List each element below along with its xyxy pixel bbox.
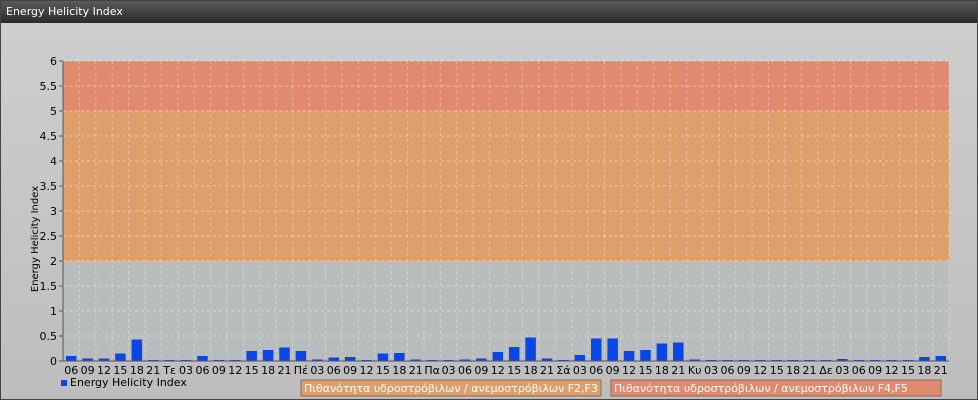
legend-band-label: Πιθανότητα υδροστρόβιλων / ανεμοστρόβιλω… bbox=[614, 382, 908, 395]
x-tick-label: Κυ bbox=[688, 364, 702, 377]
x-tick-label: 15 bbox=[901, 364, 915, 377]
bar bbox=[574, 355, 586, 361]
legend-series-label: Energy Helicity Index bbox=[70, 376, 187, 389]
x-tick-label: 18 bbox=[392, 364, 406, 377]
window-titlebar: Energy Helicity Index bbox=[1, 1, 977, 23]
x-tick-label: 12 bbox=[622, 364, 636, 377]
x-tick-label: 21 bbox=[671, 364, 685, 377]
y-tick-label: 3.5 bbox=[40, 180, 58, 193]
bar bbox=[935, 356, 947, 361]
x-tick-label: 09 bbox=[737, 364, 751, 377]
y-tick-label: 2 bbox=[50, 255, 57, 268]
x-tick-label: 12 bbox=[753, 364, 767, 377]
y-tick-label: 1.5 bbox=[40, 280, 58, 293]
bar bbox=[525, 337, 536, 361]
y-tick-label: 4.5 bbox=[40, 130, 58, 143]
x-tick-label: 06 bbox=[327, 364, 341, 377]
y-tick-label: 5.5 bbox=[40, 80, 58, 93]
y-tick-label: 3 bbox=[50, 205, 57, 218]
y-tick-label: 4 bbox=[50, 155, 57, 168]
y-tick-label: 0 bbox=[50, 355, 57, 368]
bar bbox=[508, 347, 520, 361]
x-tick-label: 03 bbox=[573, 364, 587, 377]
y-tick-label: 6 bbox=[50, 55, 57, 68]
bar bbox=[656, 343, 668, 361]
bar bbox=[377, 353, 389, 361]
y-tick-label: 5 bbox=[50, 105, 57, 118]
legend-series-marker bbox=[61, 380, 67, 386]
x-axis: 06 09 12 15 18 21 Τε 03 06 09 12 15 18 21 Πέ 03 06 09 12 15… bbox=[63, 360, 949, 377]
x-tick-label: 06 bbox=[721, 364, 735, 377]
x-tick-label: 03 bbox=[310, 364, 324, 377]
bar bbox=[279, 347, 290, 361]
chart-window: Energy Helicity Index 0 0.5 1 1.5 2 2.5 3 3.5 4 4… bbox=[0, 0, 978, 400]
x-tick-label: 09 bbox=[343, 364, 357, 377]
x-tick-label: 15 bbox=[507, 364, 521, 377]
x-tick-label: 06 bbox=[852, 364, 866, 377]
bar bbox=[919, 357, 930, 361]
energy-helicity-chart: 0 0.5 1 1.5 2 2.5 3 3.5 4 4.5 5 5.5 6 06 09 12 15 18 21 Τε… bbox=[30, 55, 950, 397]
x-tick-label: 12 bbox=[228, 364, 242, 377]
bar bbox=[607, 338, 618, 361]
bar bbox=[673, 342, 684, 361]
window-title: Energy Helicity Index bbox=[6, 5, 123, 18]
x-tick-label: 21 bbox=[934, 364, 948, 377]
x-tick-label: 06 bbox=[195, 364, 209, 377]
x-tick-label: 06 bbox=[458, 364, 472, 377]
x-tick-label: 03 bbox=[835, 364, 849, 377]
x-tick-label: 18 bbox=[524, 364, 538, 377]
x-tick-label: 12 bbox=[885, 364, 899, 377]
y-axis: 0 0.5 1 1.5 2 2.5 3 3.5 4 4.5 5 5.5 6 bbox=[40, 55, 64, 368]
x-tick-label: 09 bbox=[212, 364, 226, 377]
bar bbox=[115, 353, 126, 361]
x-tick-label: 21 bbox=[540, 364, 554, 377]
x-tick-label: 18 bbox=[261, 364, 275, 377]
y-axis-label: Energy Helicity Index bbox=[30, 186, 41, 292]
x-tick-label: 03 bbox=[442, 364, 456, 377]
bar bbox=[197, 356, 208, 361]
x-tick-label: Πέ bbox=[294, 364, 308, 377]
x-tick-label: 09 bbox=[606, 364, 620, 377]
legend: Energy Helicity Index Πιθανότητα υδροστρό… bbox=[61, 376, 942, 397]
x-tick-label: 15 bbox=[638, 364, 652, 377]
x-tick-label: 15 bbox=[245, 364, 259, 377]
x-tick-label: 12 bbox=[491, 364, 505, 377]
x-tick-label: Πα bbox=[424, 364, 440, 377]
bar bbox=[623, 351, 635, 361]
bar bbox=[640, 350, 651, 361]
bar bbox=[394, 353, 405, 361]
x-tick-label: Σά bbox=[556, 364, 570, 377]
x-tick-label: 18 bbox=[655, 364, 669, 377]
x-tick-label: 18 bbox=[917, 364, 931, 377]
x-tick-label: 15 bbox=[376, 364, 390, 377]
x-tick-label: 21 bbox=[409, 364, 423, 377]
bar bbox=[492, 352, 504, 361]
x-tick-label: 12 bbox=[360, 364, 374, 377]
bar bbox=[65, 356, 77, 361]
bar bbox=[262, 350, 274, 361]
x-tick-label: 09 bbox=[868, 364, 882, 377]
y-tick-label: 0.5 bbox=[40, 330, 58, 343]
x-tick-label: 06 bbox=[589, 364, 603, 377]
bar bbox=[246, 351, 257, 361]
x-tick-label: 09 bbox=[474, 364, 488, 377]
x-tick-label: 03 bbox=[704, 364, 718, 377]
x-tick-label: 21 bbox=[278, 364, 292, 377]
bar bbox=[590, 338, 602, 361]
x-tick-label: 21 bbox=[803, 364, 817, 377]
x-tick-label: Δε bbox=[819, 364, 833, 377]
bar bbox=[295, 351, 307, 361]
y-tick-label: 2.5 bbox=[40, 230, 58, 243]
x-tick-label: 18 bbox=[786, 364, 800, 377]
bar bbox=[328, 357, 339, 361]
y-tick-label: 1 bbox=[50, 305, 57, 318]
bar bbox=[131, 339, 143, 361]
legend-band-label: Πιθανότητα υδροστρόβιλων / ανεμοστρόβιλω… bbox=[304, 382, 598, 395]
bar bbox=[344, 357, 356, 361]
x-tick-label: 15 bbox=[770, 364, 784, 377]
